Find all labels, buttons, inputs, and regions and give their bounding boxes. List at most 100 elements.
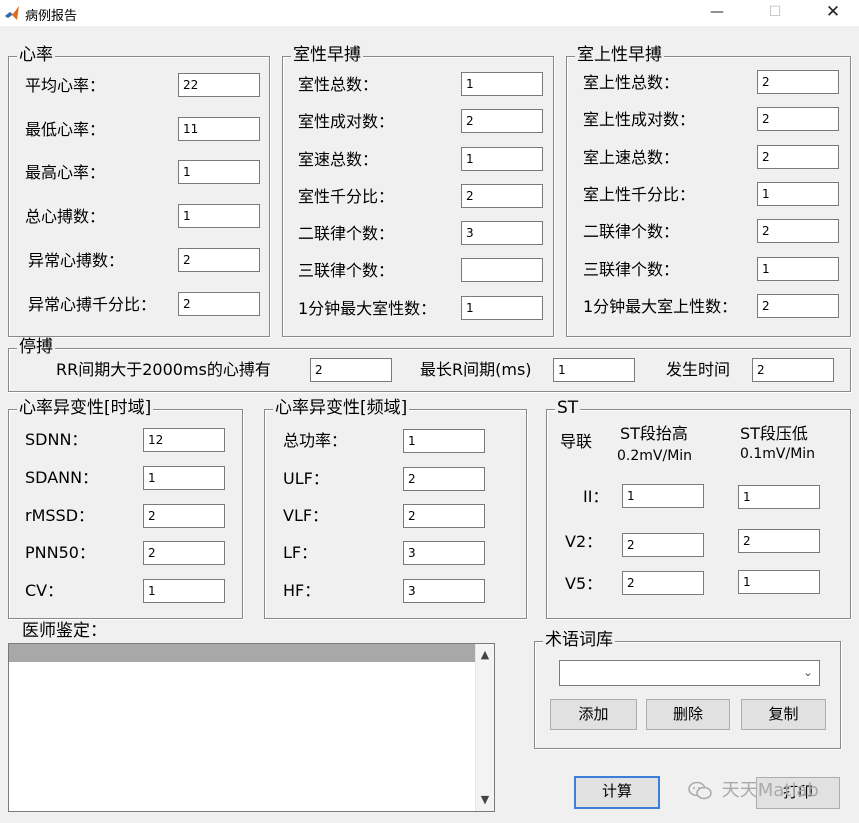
st-depression-header: ST段压低	[740, 424, 808, 443]
pvc-total-field[interactable]: 1	[461, 72, 543, 96]
window-title: 病例报告	[25, 9, 78, 24]
doctor-assessment-label: 医师鉴定：	[22, 621, 107, 641]
abnormal-beats-label: 异常心搏数：	[28, 251, 125, 270]
pvc-trigeminy-label: 三联律个数：	[298, 261, 395, 280]
rr-over-2000-label: RR间期大于2000ms的心搏有	[56, 360, 271, 379]
lead-ii-depression-field[interactable]: 1	[738, 485, 820, 509]
occurrence-time-label: 发生时间	[666, 360, 731, 379]
cv-field[interactable]: 1	[143, 579, 225, 603]
vt-total-field[interactable]: 1	[461, 147, 543, 171]
pac-couplet-field[interactable]: 2	[757, 107, 839, 131]
pac-max-per-min-label: 1分钟最大室上性数：	[583, 297, 738, 316]
pac-total-field[interactable]: 2	[757, 70, 839, 94]
panel-title: 室上性早搏	[575, 45, 664, 65]
rmssd-field[interactable]: 2	[143, 504, 225, 528]
hf-field[interactable]: 3	[403, 579, 485, 603]
avg-hr-field[interactable]: 22	[178, 73, 260, 97]
pac-bigeminy-label: 二联律个数：	[583, 222, 680, 241]
total-power-label: 总功率：	[283, 431, 348, 450]
doctor-assessment-textarea[interactable]: ▲ ▼	[8, 643, 495, 812]
pvc-permille-label: 室性千分比：	[298, 187, 395, 206]
pac-trigeminy-field[interactable]: 1	[757, 257, 839, 281]
sdann-label: SDANN：	[25, 468, 99, 487]
pvc-couplet-field[interactable]: 2	[461, 109, 543, 133]
scroll-up-icon[interactable]: ▲	[476, 646, 494, 664]
wechat-icon	[688, 781, 712, 800]
pvc-trigeminy-field[interactable]	[461, 258, 543, 282]
lead-v5-label: V5：	[565, 574, 603, 593]
cv-label: CV：	[25, 581, 64, 600]
pvc-max-per-min-field[interactable]: 1	[461, 296, 543, 320]
svt-total-field[interactable]: 2	[757, 145, 839, 169]
pvc-bigeminy-field[interactable]: 3	[461, 221, 543, 245]
min-hr-field[interactable]: 11	[178, 117, 260, 141]
pnn50-field[interactable]: 2	[143, 541, 225, 565]
rr-over-2000-field[interactable]: 2	[310, 358, 392, 382]
rmssd-label: rMSSD：	[25, 506, 95, 525]
scroll-down-icon[interactable]: ▼	[476, 791, 494, 809]
abnormal-permille-field[interactable]: 2	[178, 292, 260, 316]
lead-v2-depression-field[interactable]: 2	[738, 529, 820, 553]
minimize-button[interactable]: —	[694, 0, 740, 26]
abnormal-beats-field[interactable]: 2	[178, 248, 260, 272]
lead-v2-elevation-field[interactable]: 2	[622, 533, 704, 557]
panel-title: 停搏	[17, 337, 55, 357]
ulf-field[interactable]: 2	[403, 467, 485, 491]
watermark-text: 天天Matlab	[721, 780, 819, 801]
lead-ii-label: II：	[583, 487, 609, 506]
panel-title: ST	[555, 398, 581, 418]
close-button[interactable]: ✕	[810, 0, 856, 26]
pvc-max-per-min-label: 1分钟最大室性数：	[298, 299, 437, 318]
add-button[interactable]: 添加	[550, 699, 637, 730]
max-hr-field[interactable]: 1	[178, 160, 260, 184]
st-depression-unit: 0.1mV/Min	[740, 446, 816, 462]
pac-permille-label: 室上性千分比：	[583, 185, 696, 204]
delete-button[interactable]: 删除	[646, 699, 730, 730]
pvc-permille-field[interactable]: 2	[461, 184, 543, 208]
matlab-logo-icon	[5, 6, 19, 20]
terminology-dropdown[interactable]: ⌄	[559, 660, 820, 686]
pac-max-per-min-field[interactable]: 2	[757, 294, 839, 318]
total-beats-field[interactable]: 1	[178, 204, 260, 228]
panel-title: 心率异变性[时域]	[17, 398, 154, 418]
lf-label: LF：	[283, 543, 318, 562]
vlf-label: VLF：	[283, 506, 329, 525]
lead-v2-label: V2：	[565, 532, 603, 551]
lead-v5-elevation-field[interactable]: 2	[622, 571, 704, 595]
st-elevation-header: ST段抬高	[620, 424, 688, 443]
panel-title: 心率	[17, 45, 55, 65]
total-beats-label: 总心搏数：	[25, 207, 106, 226]
watermark: 天天Matlab	[688, 776, 819, 802]
longest-rr-field[interactable]: 1	[553, 358, 635, 382]
min-hr-label: 最低心率：	[25, 120, 106, 139]
copy-button[interactable]: 复制	[741, 699, 826, 730]
panel-title: 室性早搏	[291, 45, 363, 65]
calculate-button[interactable]: 计算	[574, 776, 660, 809]
max-hr-label: 最高心率：	[25, 163, 106, 182]
lead-v5-depression-field[interactable]: 1	[738, 570, 820, 594]
terminology-panel: 术语词库	[534, 630, 841, 749]
panel-title: 心率异变性[频域]	[273, 398, 410, 418]
lf-field[interactable]: 3	[403, 541, 485, 565]
longest-rr-label: 最长R间期(ms)	[420, 360, 532, 379]
vertical-scrollbar[interactable]: ▲ ▼	[475, 644, 494, 811]
lead-ii-elevation-field[interactable]: 1	[622, 484, 704, 508]
pac-couplet-label: 室上性成对数：	[583, 110, 696, 129]
title-bar: 病例报告 — ☐ ✕	[0, 0, 859, 26]
pac-trigeminy-label: 三联律个数：	[583, 260, 680, 279]
chevron-down-icon[interactable]: ⌄	[799, 663, 817, 683]
pac-permille-field[interactable]: 1	[757, 182, 839, 206]
vt-total-label: 室速总数：	[298, 150, 379, 169]
sdnn-field[interactable]: 12	[143, 428, 225, 452]
pvc-total-label: 室性总数：	[298, 75, 379, 94]
sdnn-label: SDNN：	[25, 430, 88, 449]
occurrence-time-field[interactable]: 2	[752, 358, 834, 382]
st-elevation-unit: 0.2mV/Min	[617, 448, 693, 464]
pac-bigeminy-field[interactable]: 2	[757, 219, 839, 243]
maximize-button[interactable]: ☐	[752, 0, 798, 26]
vlf-field[interactable]: 2	[403, 504, 485, 528]
panel-title: 术语词库	[543, 630, 615, 650]
pnn50-label: PNN50：	[25, 543, 95, 562]
sdann-field[interactable]: 1	[143, 466, 225, 490]
total-power-field[interactable]: 1	[403, 429, 485, 453]
